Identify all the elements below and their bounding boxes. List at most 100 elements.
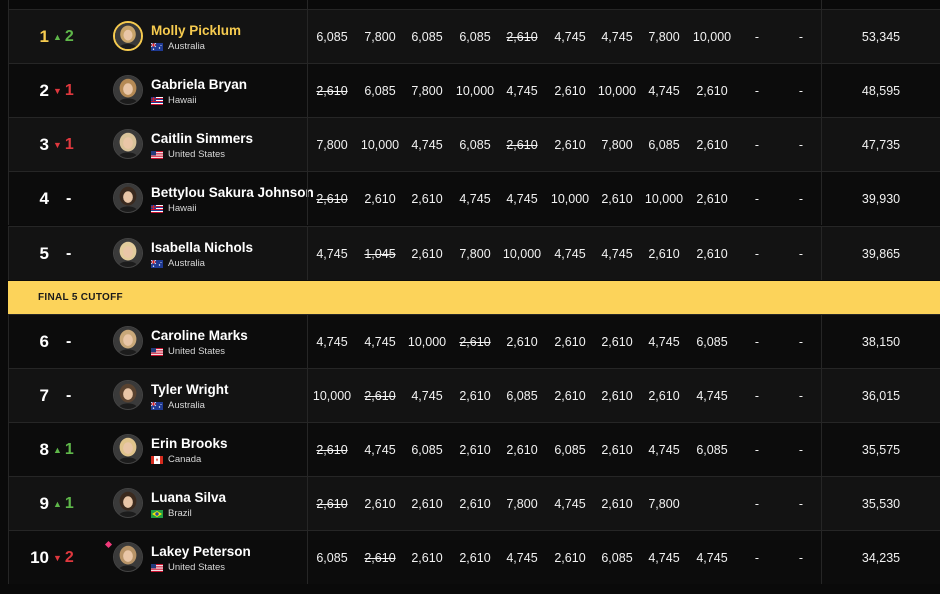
table-row[interactable]: 6- Caroline Marks United States 4,745 4,745 1… xyxy=(8,314,940,368)
event-score: - xyxy=(754,246,760,261)
event-score: 6,085 xyxy=(696,334,728,349)
event-score: 7,800 xyxy=(459,246,491,261)
surfer-name[interactable]: Tyler Wright xyxy=(151,382,229,397)
avatar[interactable] xyxy=(113,183,143,213)
event-score: 4,745 xyxy=(696,388,728,403)
event-score: 4,745 xyxy=(554,496,586,511)
up-arrow-icon: ▲ xyxy=(53,444,62,455)
event-score: - xyxy=(798,29,804,44)
table-row[interactable]: 5- Isabella Nichols Australia 4,745 1,045 2,6… xyxy=(8,226,940,280)
event-score: 2,610 xyxy=(554,550,586,565)
event-score: 2,610 xyxy=(506,442,538,457)
event-score: - xyxy=(798,388,804,403)
surfer-name[interactable]: Erin Brooks xyxy=(151,436,228,451)
avatar[interactable] xyxy=(113,380,143,410)
surfer-name[interactable]: Molly Picklum xyxy=(151,23,241,38)
event-score: 2,610 xyxy=(554,137,586,152)
table-row[interactable]: 1 ▲ 2 Molly Picklum Australia 6,085 7,800 6,085… xyxy=(8,9,940,63)
avatar[interactable] xyxy=(113,129,143,159)
avatar[interactable] xyxy=(113,238,143,268)
event-score: 2,610 xyxy=(506,137,538,152)
rankings-board: FINAL 5 CUTOFF 1 ▲ 2 Molly Picklum Australia… xyxy=(0,0,940,594)
rank-change-value: - xyxy=(66,386,72,404)
event-score: 2,610 xyxy=(601,442,633,457)
up-arrow-icon: ▲ xyxy=(53,498,62,509)
event-score: 4,745 xyxy=(459,191,491,206)
event-score: 2,610 xyxy=(411,191,443,206)
hawaii-flag-icon xyxy=(151,204,163,213)
event-score: 2,610 xyxy=(648,246,680,261)
event-score: 4,745 xyxy=(601,246,633,261)
surfer-name[interactable]: Caitlin Simmers xyxy=(151,131,253,146)
brazil-flag-icon xyxy=(151,509,163,518)
surfer-name[interactable]: Luana Silva xyxy=(151,490,226,505)
table-row[interactable]: 7- Tyler Wright Australia 10,000 2,610 4,745 2… xyxy=(8,368,940,422)
event-score: 2,610 xyxy=(316,191,348,206)
country-label: Hawaii xyxy=(168,95,197,106)
country-label: United States xyxy=(168,562,226,573)
event-score: 4,745 xyxy=(648,83,680,98)
event-score: 7,800 xyxy=(316,137,348,152)
event-score: 10,000 xyxy=(360,137,400,152)
rank-change: ▼ 1 xyxy=(53,64,83,117)
surfer-name[interactable]: Lakey Peterson xyxy=(151,544,251,559)
avatar[interactable] xyxy=(113,434,143,464)
event-score: 6,085 xyxy=(364,83,396,98)
canada-flag-icon xyxy=(151,455,163,464)
avatar[interactable] xyxy=(113,75,143,105)
table-row[interactable]: 10 ▼ 2 Lakey Peterson United States 6,085 2,61… xyxy=(8,530,940,584)
table-top-edge xyxy=(8,0,940,9)
event-score: 7,800 xyxy=(411,83,443,98)
event-score: 2,610 xyxy=(601,388,633,403)
table-row[interactable]: 2 ▼ 1 Gabriela Bryan Hawaii 2,610 6,085 7,800 10… xyxy=(8,63,940,117)
surfer-country: United States xyxy=(151,149,225,160)
event-score: - xyxy=(798,496,804,511)
table-row[interactable]: 8 ▲ 1 Erin Brooks Canada 2,610 4,745 6,085 2,610… xyxy=(8,422,940,476)
event-score: 2,610 xyxy=(506,334,538,349)
down-arrow-icon: ▼ xyxy=(53,552,62,563)
event-score: 2,610 xyxy=(459,550,491,565)
avatar[interactable] xyxy=(113,542,143,572)
table-row[interactable]: 9 ▲ 1 Luana Silva Brazil 2,610 2,610 2,610 2,610… xyxy=(8,476,940,530)
surfer-name[interactable]: Caroline Marks xyxy=(151,328,248,343)
avatar[interactable] xyxy=(113,326,143,356)
rank-change-value: 2 xyxy=(64,548,74,566)
usa-flag-icon xyxy=(151,150,163,159)
surfer-name[interactable]: Isabella Nichols xyxy=(151,240,253,255)
avatar[interactable] xyxy=(113,488,143,518)
rank: 5 xyxy=(39,243,49,263)
rank: 3 xyxy=(39,134,49,154)
rank-change-value: 1 xyxy=(64,494,74,512)
event-score: - xyxy=(798,442,804,457)
surfer-name[interactable]: Bettylou Sakura Johnson xyxy=(151,185,314,200)
event-score: 2,610 xyxy=(364,496,396,511)
table-row[interactable]: 4- Bettylou Sakura Johnson Hawaii 2,610 2,61… xyxy=(8,171,940,225)
event-score: 2,610 xyxy=(316,83,348,98)
rank-change-value: 1 xyxy=(64,81,74,99)
surfer-country: United States xyxy=(151,346,225,357)
surfer-name[interactable]: Gabriela Bryan xyxy=(151,77,247,92)
event-score: 2,610 xyxy=(411,496,443,511)
event-score: - xyxy=(798,550,804,565)
rank: 4 xyxy=(39,188,49,208)
avatar[interactable] xyxy=(113,21,143,51)
table-row[interactable]: 3 ▼ 1 Caitlin Simmers United States 7,800 10,0… xyxy=(8,117,940,171)
event-score: 6,085 xyxy=(459,137,491,152)
event-score: 2,610 xyxy=(459,496,491,511)
event-score: - xyxy=(754,29,760,44)
event-score: 2,610 xyxy=(696,83,728,98)
surfer-country: Canada xyxy=(151,454,201,465)
event-score: - xyxy=(754,137,760,152)
event-score: 6,085 xyxy=(554,442,586,457)
event-score: - xyxy=(798,137,804,152)
rank-change: ▲ 1 xyxy=(53,423,83,476)
event-score: 4,745 xyxy=(411,388,443,403)
event-score: 2,610 xyxy=(411,550,443,565)
event-score: 2,610 xyxy=(316,442,348,457)
total-points: 39,865 xyxy=(861,246,901,261)
event-score: 1,045 xyxy=(364,246,396,261)
usa-flag-icon xyxy=(151,347,163,356)
event-score: 10,000 xyxy=(550,191,590,206)
event-score: 2,610 xyxy=(459,442,491,457)
event-score: 2,610 xyxy=(601,191,633,206)
